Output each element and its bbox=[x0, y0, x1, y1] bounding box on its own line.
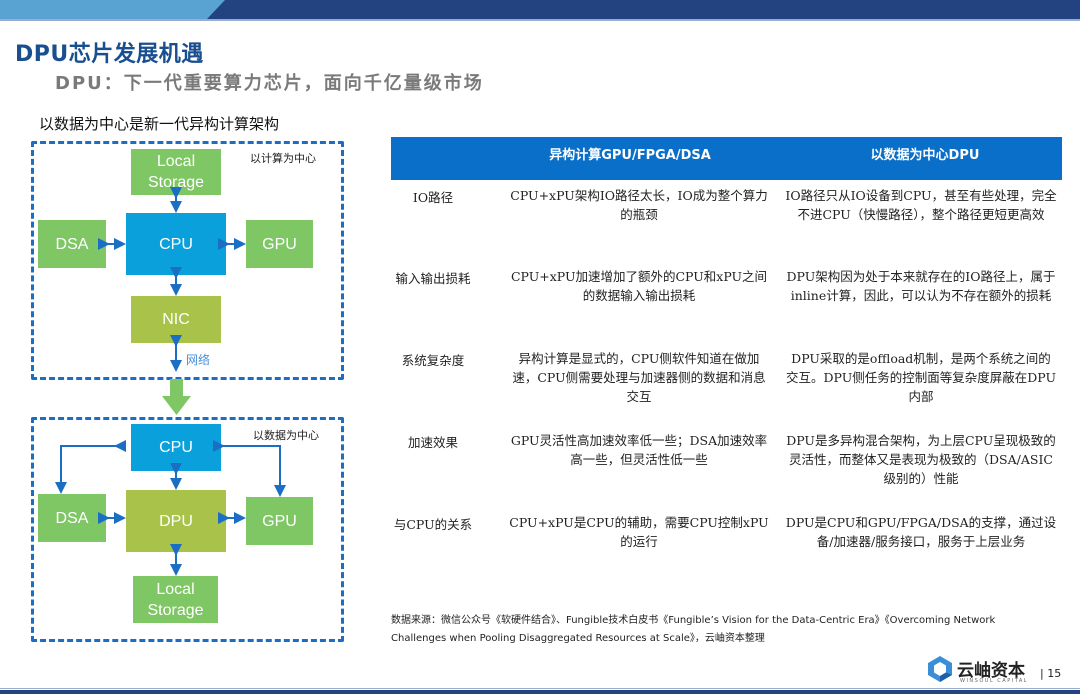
cell-dpu: DPU采取的是offload机制，是两个系统之间的交互。DPU侧任务的控制面等复… bbox=[786, 351, 1056, 404]
row-label: 输入输出损耗 bbox=[395, 271, 471, 286]
cell-hetero: CPU+xPU加速增加了额外的CPU和xPU之间的数据输入输出损耗 bbox=[510, 269, 768, 303]
diagram-connectors bbox=[55, 187, 286, 576]
row-label: IO路径 bbox=[412, 190, 454, 205]
cell-dpu: IO路径只从IO设备到CPU，甚至有些处理，完全不进CPU（快慢路径），整个路径… bbox=[785, 188, 1057, 222]
cell-hetero: 异构计算是显式的，CPU侧软件知道在做加速，CPU侧需要处理与加速器侧的数据和消… bbox=[512, 351, 766, 404]
table-header-dpu: 以数据为中心DPU bbox=[870, 147, 980, 163]
source-note: 数据来源：微信公众号《软硬件结合》、Fungible技术白皮书《Fungible… bbox=[391, 615, 996, 644]
bottom-divider bbox=[0, 688, 1080, 689]
cell-dpu: DPU架构因为处于本来就存在的IO路径上，属于inline计算，因此，可以认为不… bbox=[786, 269, 1056, 303]
evolution-arrow bbox=[162, 379, 191, 415]
arrow-cpu-dsa bbox=[55, 440, 126, 494]
cell-hetero: CPU+xPU架构IO路径太长，IO成为整个算力的瓶颈 bbox=[510, 188, 768, 222]
page-number: | 15 bbox=[1040, 667, 1062, 680]
logo-subtitle: WINSOUL CAPITAL bbox=[960, 678, 1029, 684]
table-header-hetero: 异构计算GPU/FPGA/DSA bbox=[549, 147, 711, 163]
cell-dpu: DPU是多异构混合架构，为上层CPU呈现极致的灵活性，而整体又是表现为极致的（D… bbox=[786, 433, 1056, 486]
arrow-cpu-gpu-bottom bbox=[213, 440, 286, 497]
row-label: 与CPU的关系 bbox=[393, 517, 473, 532]
winsoul-logo-icon bbox=[928, 656, 952, 682]
row-label: 加速效果 bbox=[407, 435, 458, 450]
row-label: 系统复杂度 bbox=[401, 353, 465, 368]
cell-dpu: DPU是CPU和GPU/FPGA/DSA的支撑，通过设备/加速器/服务接口，服务… bbox=[785, 515, 1057, 549]
bottom-banner bbox=[0, 690, 1080, 694]
cell-hetero: GPU灵活性高加速效率低一些；DSA加速效率高一些，但灵活性低一些 bbox=[510, 433, 768, 467]
cell-hetero: CPU+xPU是CPU的辅助，需要CPU控制xPU的运行 bbox=[509, 515, 769, 549]
